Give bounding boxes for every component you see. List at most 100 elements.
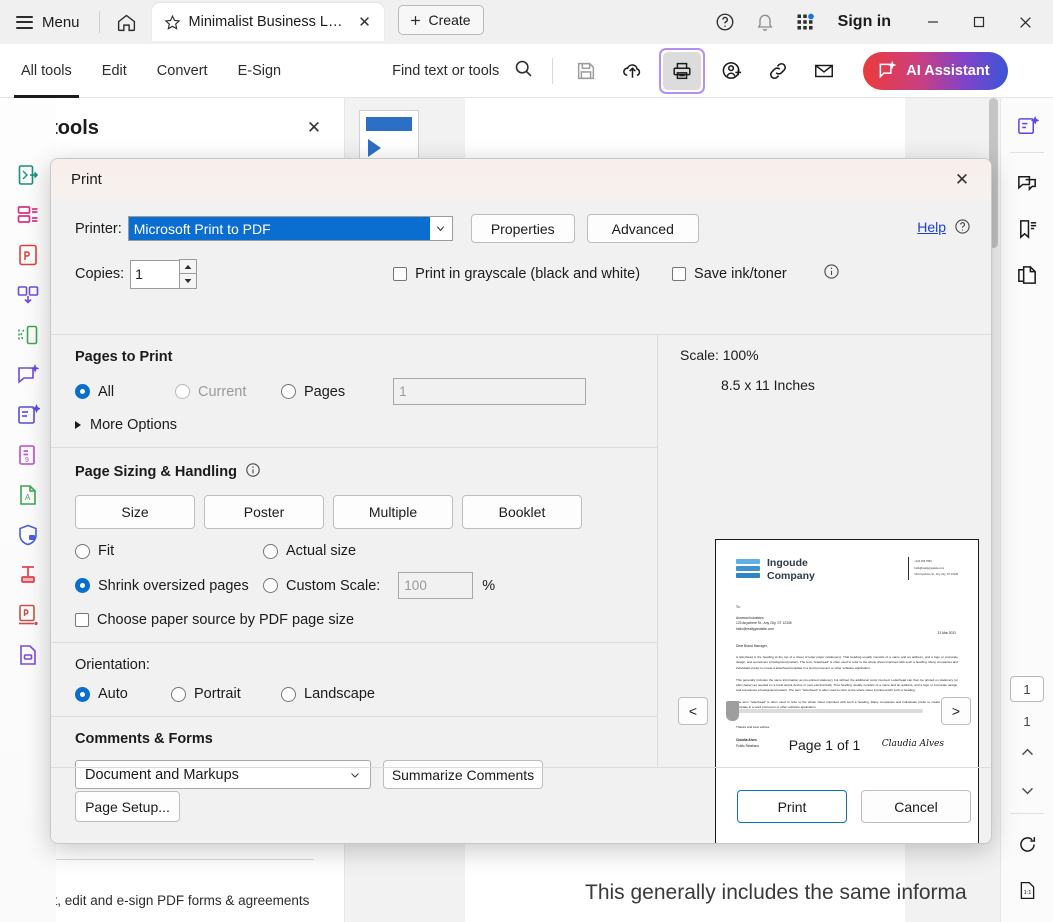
- next-page-button[interactable]: [1010, 775, 1044, 805]
- bookmark-icon[interactable]: [1009, 211, 1045, 247]
- radio-current[interactable]: Current: [175, 384, 281, 400]
- tab-edit-label: Edit: [102, 63, 127, 79]
- tab-close-icon[interactable]: ✕: [354, 11, 376, 33]
- home-button[interactable]: [110, 5, 144, 39]
- edit-pdf-icon[interactable]: [13, 400, 43, 430]
- home-icon: [116, 12, 137, 33]
- poster-button[interactable]: Poster: [204, 495, 324, 529]
- sign-in-button[interactable]: Sign in: [838, 13, 891, 31]
- upload-cloud-button[interactable]: [613, 52, 651, 90]
- bell-icon: [755, 12, 775, 32]
- percent-label: %: [482, 578, 495, 594]
- properties-button[interactable]: Properties: [471, 214, 575, 243]
- notifications-button[interactable]: [746, 3, 784, 41]
- booklet-button[interactable]: Booklet: [462, 495, 582, 529]
- compress-pdf-icon[interactable]: [13, 320, 43, 350]
- create-pdf-icon[interactable]: [13, 240, 43, 270]
- preview-prev-button[interactable]: <: [678, 697, 708, 725]
- search-button[interactable]: [513, 58, 534, 84]
- create-button[interactable]: Create: [398, 5, 484, 35]
- help-link[interactable]: Help: [917, 219, 946, 235]
- radio-fit[interactable]: Fit: [75, 543, 263, 559]
- comment-icon[interactable]: [1009, 165, 1045, 201]
- help-button[interactable]: [706, 3, 744, 41]
- preview-next-button[interactable]: >: [941, 697, 971, 725]
- redact-icon[interactable]: [13, 560, 43, 590]
- size-button[interactable]: Size: [75, 495, 195, 529]
- document-tab[interactable]: Minimalist Business Lett... ✕: [152, 3, 384, 41]
- print-button[interactable]: [663, 52, 701, 90]
- page-sizing-info-button[interactable]: [245, 462, 261, 482]
- mail-button[interactable]: [805, 52, 843, 90]
- copy-pages-icon[interactable]: [1009, 257, 1045, 293]
- company-name: Ingoude Company: [767, 557, 815, 583]
- advanced-button[interactable]: Advanced: [587, 214, 699, 243]
- tab-edit[interactable]: Edit: [87, 44, 142, 98]
- page-setup-button[interactable]: Page Setup...: [75, 791, 180, 822]
- page-tool-icon[interactable]: [13, 640, 43, 670]
- radio-auto[interactable]: Auto: [75, 686, 171, 702]
- fill-sign-icon[interactable]: 9: [13, 440, 43, 470]
- rotate-button[interactable]: [1009, 826, 1045, 862]
- combine-files-icon[interactable]: [13, 280, 43, 310]
- save-ink-checkbox[interactable]: [672, 267, 686, 281]
- chevron-right-icon: [75, 421, 81, 429]
- grayscale-checkbox-row[interactable]: Print in grayscale (black and white): [393, 266, 640, 282]
- main-toolbar: All tools Edit Convert E-Sign Find text …: [0, 44, 1053, 98]
- tab-convert[interactable]: Convert: [142, 44, 223, 98]
- menu-button[interactable]: Menu: [10, 9, 89, 36]
- paper-source-checkbox[interactable]: [75, 613, 89, 627]
- apps-button[interactable]: [786, 3, 824, 41]
- copies-input[interactable]: [130, 260, 180, 289]
- ocr-scan-icon[interactable]: A: [13, 480, 43, 510]
- save-ink-info-button[interactable]: [823, 263, 840, 285]
- printer-dropdown-arrow[interactable]: [430, 217, 452, 240]
- preview-page-slider[interactable]: [726, 701, 923, 721]
- close-panel-icon[interactable]: ✕: [302, 116, 326, 140]
- radio-actual-size[interactable]: Actual size: [263, 543, 356, 559]
- radio-custom-scale[interactable]: Custom Scale:: [263, 578, 380, 594]
- paper-source-checkbox-row[interactable]: Choose paper source by PDF page size: [75, 612, 354, 628]
- minimize-button[interactable]: [911, 0, 955, 44]
- save-ink-checkbox-row[interactable]: Save ink/toner: [672, 266, 787, 282]
- protect-pdf-icon[interactable]: [13, 520, 43, 550]
- more-options-toggle[interactable]: More Options: [75, 417, 639, 433]
- slider-knob[interactable]: [726, 701, 739, 721]
- request-esign-icon[interactable]: [13, 600, 43, 630]
- multiple-button[interactable]: Multiple: [333, 495, 453, 529]
- radio-shrink-oversized[interactable]: Shrink oversized pages: [75, 578, 263, 594]
- pages-range-input[interactable]: [393, 378, 586, 405]
- star-icon[interactable]: [164, 14, 181, 31]
- page-number-input[interactable]: 1: [1010, 676, 1044, 702]
- printer-select[interactable]: Microsoft Print to PDF: [128, 216, 453, 241]
- cancel-button[interactable]: Cancel: [861, 790, 971, 823]
- tab-all-tools[interactable]: All tools: [6, 44, 87, 98]
- preview-page-indicator: Page 1 of 1: [658, 737, 991, 753]
- grayscale-checkbox[interactable]: [393, 267, 407, 281]
- organize-pages-icon[interactable]: [13, 200, 43, 230]
- copies-decrement-button[interactable]: [179, 274, 197, 289]
- help-circle-icon[interactable]: [954, 218, 971, 235]
- maximize-button[interactable]: [957, 0, 1001, 44]
- tab-esign[interactable]: E-Sign: [223, 44, 297, 98]
- print-confirm-button[interactable]: Print: [737, 790, 847, 823]
- find-label[interactable]: Find text or tools: [392, 63, 499, 79]
- comment-tool-icon[interactable]: [13, 360, 43, 390]
- save-button[interactable]: [567, 52, 605, 90]
- radio-landscape[interactable]: Landscape: [281, 686, 375, 702]
- print-button-highlight: [659, 48, 705, 94]
- add-person-button[interactable]: [713, 52, 751, 90]
- radio-portrait[interactable]: Portrait: [171, 686, 281, 702]
- fit-page-button[interactable]: 1:1: [1009, 872, 1045, 908]
- export-pdf-icon[interactable]: [13, 160, 43, 190]
- radio-pages[interactable]: Pages: [281, 384, 345, 400]
- radio-all[interactable]: All: [75, 384, 175, 400]
- close-window-button[interactable]: [1003, 0, 1047, 44]
- print-dialog-close-icon[interactable]: ✕: [947, 165, 977, 195]
- share-link-button[interactable]: [759, 52, 797, 90]
- previous-page-button[interactable]: [1010, 737, 1044, 767]
- custom-scale-input[interactable]: [398, 572, 473, 599]
- ai-assistant-button[interactable]: AI Assistant: [863, 52, 1007, 90]
- ai-assistant-icon[interactable]: [1009, 108, 1045, 144]
- copies-increment-button[interactable]: [179, 259, 197, 274]
